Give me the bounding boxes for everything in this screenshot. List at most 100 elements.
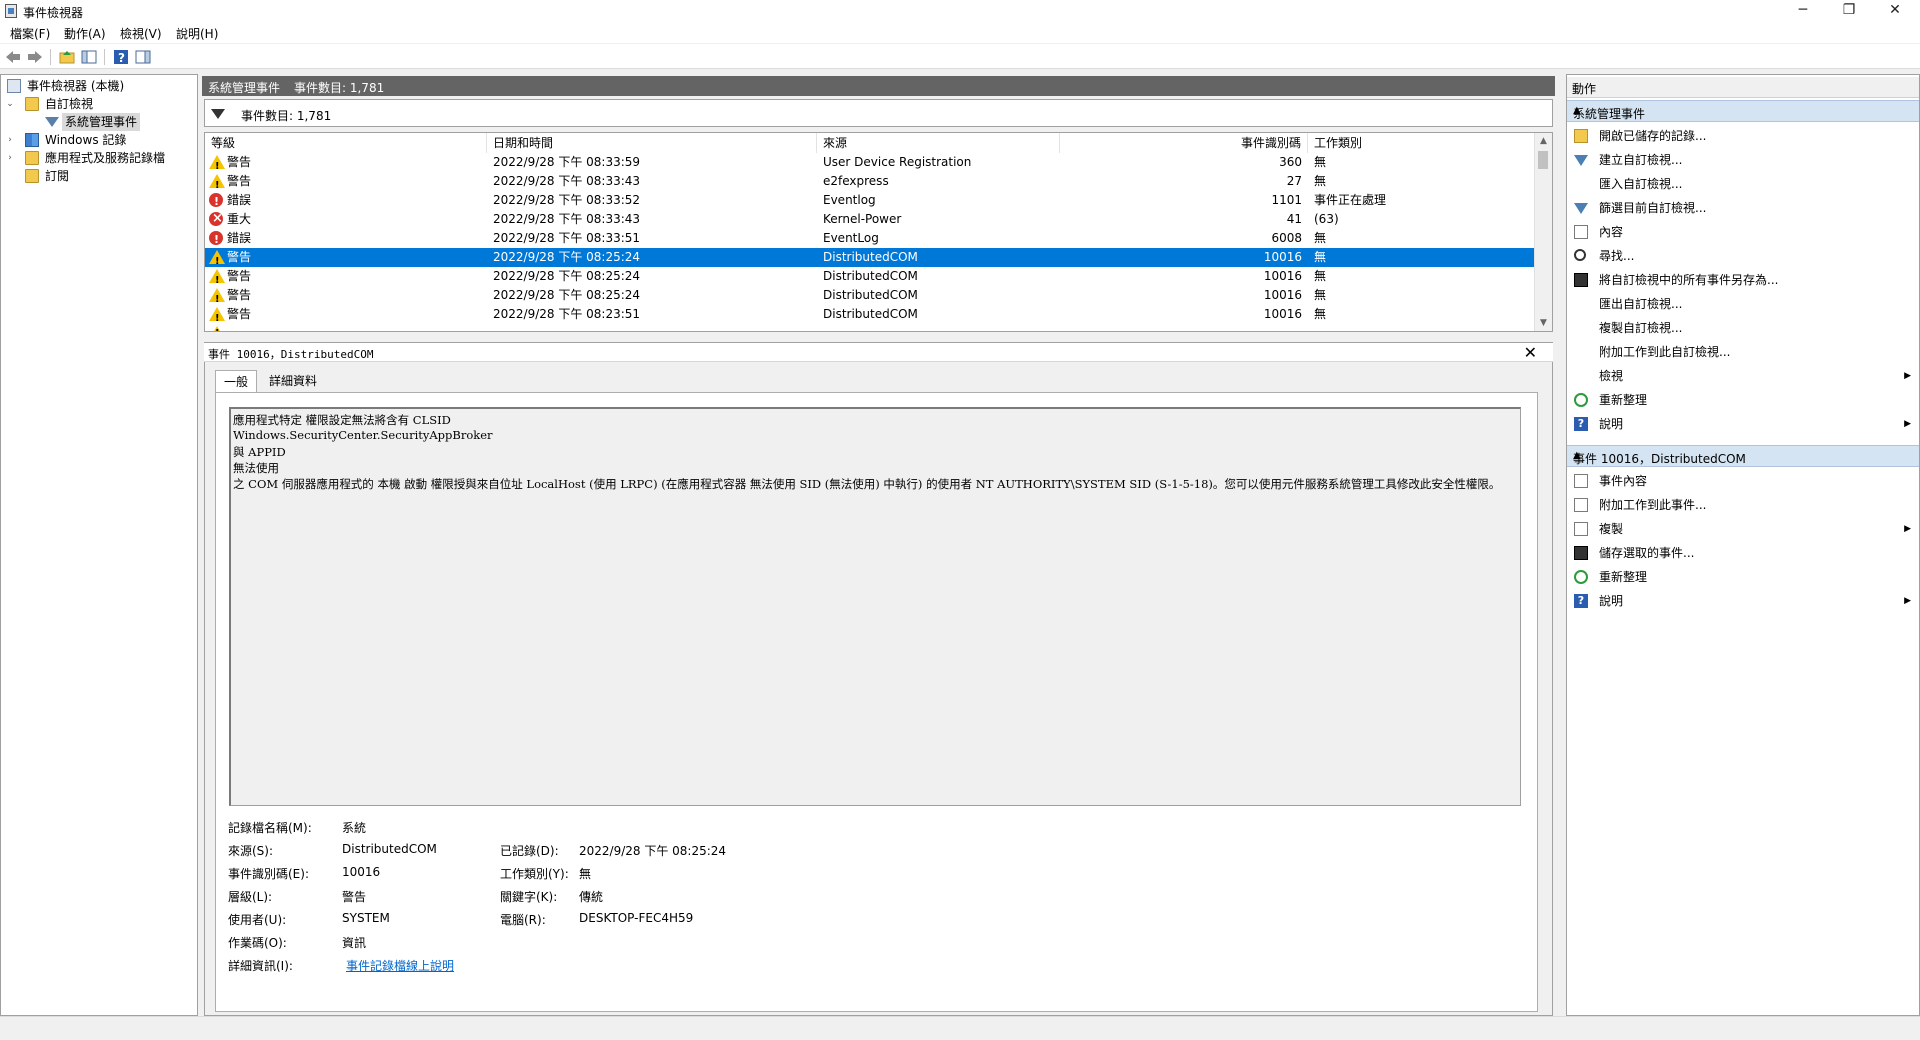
scroll-thumb[interactable] — [1538, 151, 1548, 169]
column-header-datetime[interactable]: 日期和時間 — [487, 133, 817, 153]
event-source: Kernel-Power — [823, 212, 902, 226]
minimize-button[interactable]: ─ — [1780, 0, 1826, 22]
action-label: 將自訂檢視中的所有事件另存為... — [1599, 273, 1779, 287]
event-row[interactable]: 警告 2022/9/28 下午 08:33:59 User Device Regis… — [205, 153, 1537, 176]
up-folder-icon[interactable] — [58, 48, 76, 66]
event-message-box[interactable]: 應用程式特定 權限設定無法將含有 CLSID Windows.SecurityC… — [229, 407, 1521, 806]
online-help-link[interactable]: 事件記錄檔線上說明 — [346, 957, 454, 974]
action-admin-item[interactable]: 檢視 ▶ — [1567, 365, 1919, 387]
collapse-caret-icon[interactable]: ▲ — [1573, 450, 1911, 461]
scroll-up-icon[interactable]: ▲ — [1535, 133, 1552, 149]
tree-item-admin-events[interactable]: 系統管理事件 — [5, 113, 195, 131]
action-event-item[interactable]: 複製 ▶ — [1567, 518, 1919, 540]
submenu-arrow-icon: ▶ — [1904, 419, 1911, 429]
event-row[interactable]: 錯誤 2022/9/28 下午 08:33:52 Eventlog 1101 事件正在處… — [205, 191, 1537, 211]
forward-arrow-icon[interactable] — [26, 48, 44, 66]
close-button[interactable]: ✕ — [1872, 0, 1918, 22]
action-admin-item[interactable]: 匯出自訂檢視... — [1567, 293, 1919, 315]
event-row[interactable]: 重大 2022/9/28 下午 08:33:43 Kernel-Power 41 (63… — [205, 209, 1537, 229]
event-task-category: 無 — [1314, 174, 1327, 188]
subscriptions-icon — [25, 169, 39, 183]
collapse-caret-icon[interactable]: ▲ — [1573, 105, 1911, 116]
event-source: DistributedCOM — [823, 269, 918, 283]
close-detail-icon[interactable]: ✕ — [1524, 343, 1537, 362]
event-row[interactable]: 警告 2022/9/28 下午 08:25:24 DistributedCOM 100… — [205, 248, 1537, 271]
event-detail-pane: 一般 詳細資料 應用程式特定 權限設定無法將含有 CLSID Windows.S… — [204, 362, 1553, 1016]
action-admin-item[interactable]: ? 說明 ▶ — [1567, 413, 1919, 435]
collapsed-chevron-icon[interactable]: › — [5, 149, 15, 167]
event-row[interactable]: 警告 2022/9/28 下午 08:33:43 e2fexpress 27 無 — [205, 172, 1537, 195]
error-icon — [209, 192, 223, 211]
help-icon[interactable]: ? — [112, 48, 130, 66]
back-arrow-icon[interactable] — [4, 48, 22, 66]
column-header-event-id[interactable]: 事件識別碼 — [1060, 133, 1308, 153]
event-row[interactable]: 警告 2022/9/28 下午 08:23:51 DistributedCOM 100… — [205, 305, 1537, 328]
action-admin-item[interactable]: 重新整理 — [1567, 389, 1919, 411]
event-list[interactable]: 等級 日期和時間 來源 事件識別碼 工作類別 警告 2022/9/28 下午 08… — [204, 132, 1553, 332]
event-task-category: 事件正在處理 — [1314, 193, 1387, 207]
menu-file[interactable]: 檔案(F) — [10, 25, 50, 42]
tab-details[interactable]: 詳細資料 — [261, 370, 325, 392]
action-label: 附加工作到此自訂檢視... — [1599, 345, 1731, 359]
action-admin-item[interactable]: 開啟已儲存的記錄... — [1567, 125, 1919, 147]
partial-row[interactable] — [205, 324, 1537, 331]
warning-icon — [209, 288, 225, 309]
action-admin-item[interactable]: 複製自訂檢視... — [1567, 317, 1919, 339]
menu-help[interactable]: 說明(H) — [176, 25, 218, 42]
tab-general[interactable]: 一般 — [215, 370, 258, 393]
action-admin-item[interactable]: 篩選目前自訂檢視... — [1567, 197, 1919, 219]
copy-icon — [1574, 522, 1588, 536]
event-level: 警告 — [227, 250, 252, 264]
menu-action[interactable]: 動作(A) — [64, 25, 106, 42]
restore-button[interactable]: ❐ — [1826, 0, 1872, 22]
warning-icon — [209, 269, 225, 290]
collapsed-chevron-icon[interactable]: › — [5, 131, 15, 149]
action-admin-item[interactable]: 附加工作到此自訂檢視... — [1567, 341, 1919, 363]
event-row[interactable]: 錯誤 2022/9/28 下午 08:33:51 EventLog 6008 無 — [205, 229, 1537, 249]
event-source: e2fexpress — [823, 174, 889, 188]
user-label: 使用者(U): — [228, 913, 287, 927]
actions-header: 動作 — [1567, 77, 1919, 98]
event-row[interactable]: 警告 2022/9/28 下午 08:25:24 DistributedCOM 100… — [205, 267, 1537, 290]
column-header-task-category[interactable]: 工作類別 — [1308, 133, 1537, 153]
action-event-item[interactable]: ? 說明 ▶ — [1567, 590, 1919, 612]
action-admin-item[interactable]: 將自訂檢視中的所有事件另存為... — [1567, 269, 1919, 291]
event-datetime: 2022/9/28 下午 08:25:24 — [493, 288, 641, 302]
filter-event-count: 事件數目: 1,781 — [241, 109, 332, 123]
event-detail-title: 事件 10016，DistributedCOM — [208, 348, 374, 361]
expanded-chevron-icon[interactable]: ⌄ — [5, 95, 15, 113]
column-header-source[interactable]: 來源 — [817, 133, 1060, 153]
action-label: 重新整理 — [1599, 570, 1648, 584]
actions-section-event[interactable]: 事件 10016，DistributedCOM ▲ — [1567, 445, 1919, 467]
action-label: 說明 — [1599, 594, 1624, 608]
action-event-item[interactable]: 重新整理 — [1567, 566, 1919, 588]
action-event-item[interactable]: 儲存選取的事件... — [1567, 542, 1919, 564]
column-header-level[interactable]: 等級 — [205, 133, 487, 153]
tree-item-custom-views[interactable]: ⌄ 自訂檢視 — [5, 95, 195, 113]
show-hide-tree-icon[interactable] — [80, 48, 98, 66]
event-list-scrollbar[interactable]: ▲ ▼ — [1534, 133, 1552, 331]
refresh-icon — [1574, 393, 1588, 407]
tree-item-subscriptions[interactable]: 訂閱 — [5, 167, 195, 185]
action-label: 開啟已儲存的記錄... — [1599, 129, 1707, 143]
action-admin-item[interactable]: 建立自訂檢視... — [1567, 149, 1919, 171]
action-label: 建立自訂檢視... — [1599, 153, 1683, 167]
show-hide-action-pane-icon[interactable] — [134, 48, 152, 66]
action-admin-item[interactable]: 內容 — [1567, 221, 1919, 243]
menu-view[interactable]: 檢視(V) — [120, 25, 162, 42]
action-event-item[interactable]: 事件內容 — [1567, 470, 1919, 492]
properties-icon — [1574, 474, 1588, 488]
action-admin-item[interactable]: 匯入自訂檢視... — [1567, 173, 1919, 195]
tree-item-app-logs[interactable]: › 應用程式及服務記錄檔 — [5, 149, 195, 167]
tree-item-windows-logs[interactable]: › Windows 記錄 — [5, 131, 195, 149]
warning-icon — [209, 326, 225, 331]
tree-item-root[interactable]: 事件檢視器 (本機) — [5, 77, 195, 95]
actions-section-admin-events[interactable]: 系統管理事件 ▲ — [1567, 100, 1919, 122]
action-event-item[interactable]: 附加工作到此事件... — [1567, 494, 1919, 516]
scroll-down-icon[interactable]: ▼ — [1535, 315, 1552, 331]
general-tab-panel: 應用程式特定 權限設定無法將含有 CLSID Windows.SecurityC… — [215, 392, 1538, 1012]
filter-icon — [1574, 203, 1588, 214]
event-source: User Device Registration — [823, 155, 972, 169]
event-row[interactable]: 警告 2022/9/28 下午 08:25:24 DistributedCOM 100… — [205, 286, 1537, 309]
action-admin-item[interactable]: 尋找... — [1567, 245, 1919, 267]
